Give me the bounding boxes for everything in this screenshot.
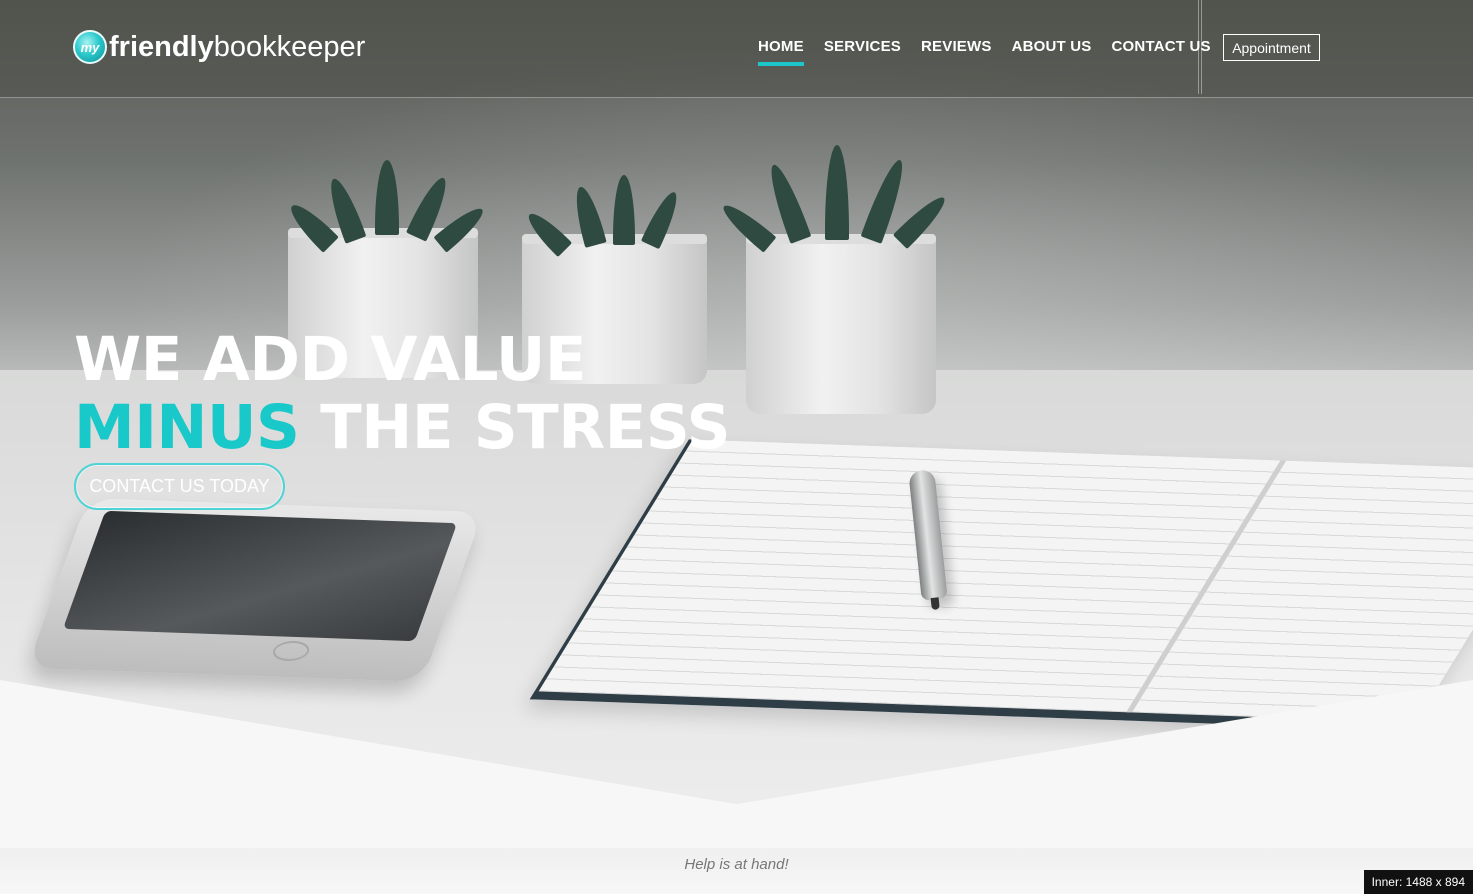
hero-headline: WE ADD VALUE MINUS THE STRESS: [74, 324, 731, 463]
nav-services[interactable]: SERVICES: [824, 38, 901, 55]
nav-contact-us[interactable]: CONTACT US: [1112, 38, 1211, 55]
site-header: my friendly bookkeeper HOME SERVICES REV…: [0, 0, 1473, 98]
nav-home[interactable]: HOME: [758, 38, 804, 66]
succulent-right: [717, 145, 951, 253]
logo-badge-icon: my: [73, 30, 107, 64]
contact-us-today-button[interactable]: CONTACT US TODAY: [74, 463, 285, 510]
succulent-left: [284, 160, 489, 253]
notebook-image: [529, 439, 1473, 731]
section-tagline: Help is at hand!: [684, 856, 789, 873]
site-logo[interactable]: my friendly bookkeeper: [73, 28, 365, 66]
hero-accent-word: MINUS: [74, 392, 300, 463]
nav-about-us[interactable]: ABOUT US: [1012, 38, 1092, 55]
smartphone-image: [26, 498, 484, 682]
appointment-button[interactable]: Appointment: [1223, 34, 1320, 61]
viewport-size-badge: Inner: 1488 x 894: [1363, 870, 1473, 894]
hero-line-1: WE ADD VALUE: [74, 324, 587, 395]
nav-reviews[interactable]: REVIEWS: [921, 38, 992, 55]
logo-text-bold: friendly: [109, 30, 214, 63]
succulent-middle: [522, 175, 695, 258]
plant-pot-right: [746, 234, 936, 414]
header-divider: [1198, 0, 1202, 94]
hero-line-2-rest: THE STRESS: [320, 392, 731, 463]
hero-line-2: MINUS THE STRESS: [74, 392, 731, 463]
logo-text-light: bookkeeper: [213, 30, 366, 63]
main-nav: HOME SERVICES REVIEWS ABOUT US CONTACT U…: [758, 38, 1211, 66]
